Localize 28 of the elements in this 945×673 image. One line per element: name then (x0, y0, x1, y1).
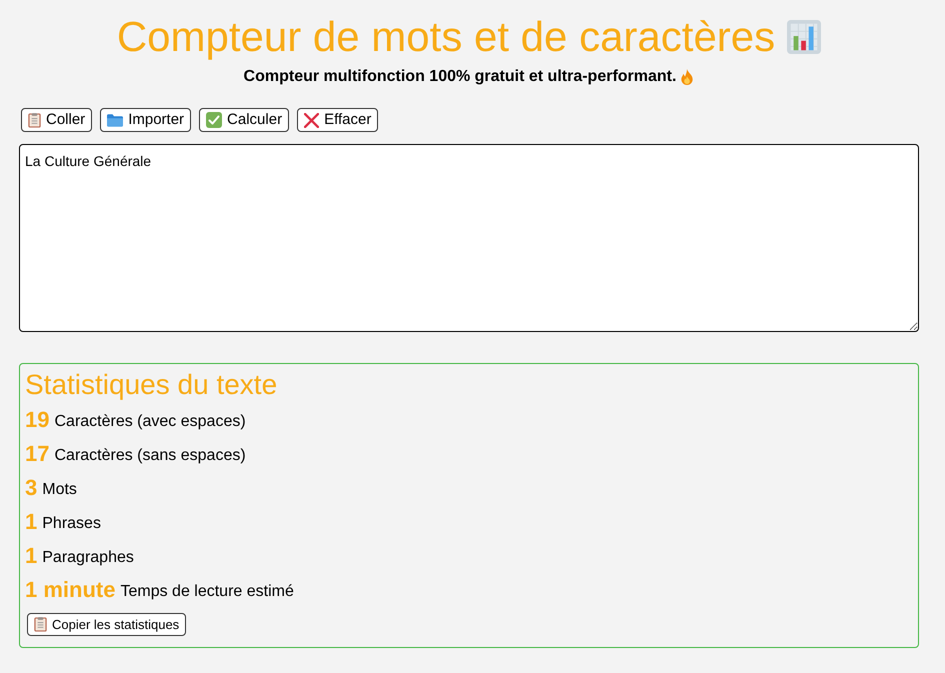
statistic-name: Temps de lecture estimé (120, 582, 294, 602)
statistic-name: Mots (42, 480, 77, 500)
statistic-number: 1 (25, 510, 38, 534)
copy-statistics-button[interactable]: Copier les statistiques (27, 613, 186, 636)
statistic-name: Caractères (avec espaces) (54, 412, 246, 432)
text-area-field[interactable]: La Culture Générale (19, 144, 919, 332)
statistic-number: 1 minute (25, 578, 116, 602)
statistic-number: 17 (25, 442, 50, 466)
page-subtitle: Compteur multifonction 100% gratuit et ultra-performant. (244, 67, 676, 87)
statistic-name: Caractères (sans espaces) (54, 446, 246, 466)
statistic-name: Phrases (42, 514, 101, 534)
import-button[interactable]: Importer (100, 108, 192, 132)
statistic-number: 1 (25, 544, 38, 568)
clear-button[interactable]: Effacer (297, 108, 378, 132)
statistics-title: Statistiques du texte (25, 369, 278, 401)
close-icon (304, 112, 320, 128)
bar-chart-icon (787, 20, 822, 54)
clipboard-icon (34, 617, 47, 632)
clipboard-icon (28, 112, 41, 128)
page-title: Compteur de mots et de caractères (116, 14, 776, 60)
fire-icon (680, 69, 694, 85)
paste-button[interactable]: Coller (21, 108, 92, 132)
statistic-number: 19 (25, 408, 50, 432)
statistic-number: 3 (25, 476, 38, 500)
statistic-name: Paragraphes (42, 548, 134, 568)
checkbox-icon (206, 112, 222, 128)
calculate-button[interactable]: Calculer (199, 108, 290, 132)
folder-icon (107, 114, 124, 126)
